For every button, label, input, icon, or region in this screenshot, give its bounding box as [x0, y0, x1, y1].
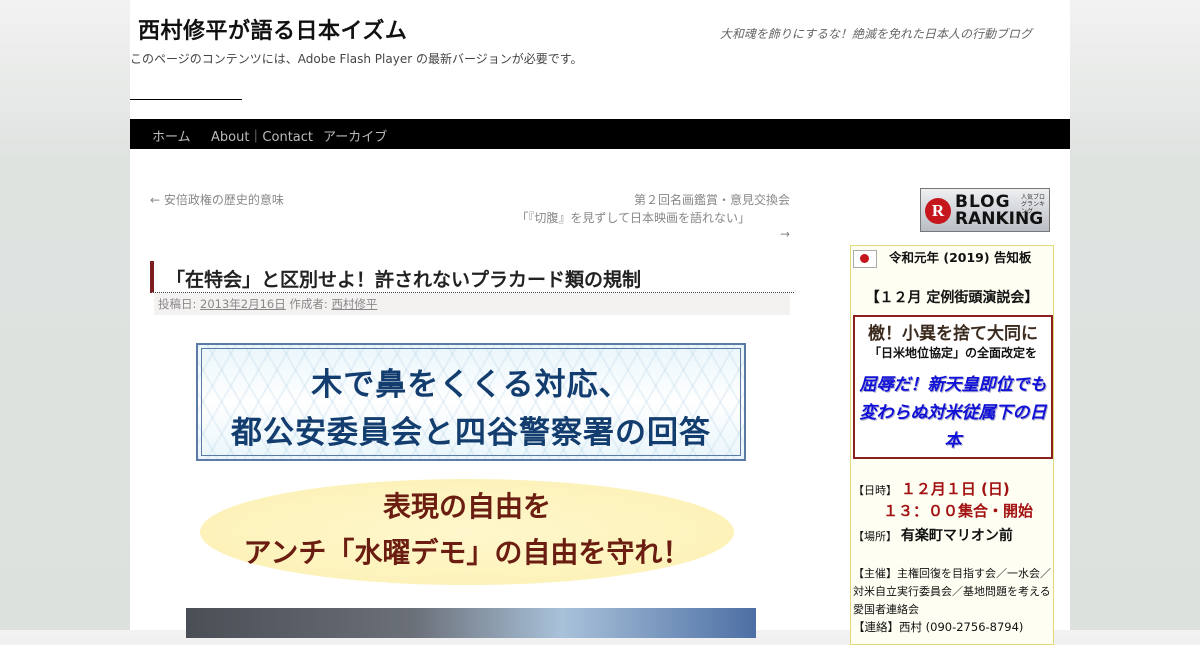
- post-photo: [186, 608, 756, 638]
- post-meta: 投稿日: 2013年2月16日 作成者: 西村修平: [154, 293, 790, 315]
- banner2-line1: 表現の自由を: [382, 490, 551, 523]
- notice-subtitle: 【１２月 定例街頭演説会】: [865, 290, 1039, 306]
- banner1-line1: 木で鼻をくくる対応、: [311, 367, 631, 403]
- next-arrow-icon[interactable]: →: [780, 227, 790, 241]
- event-place: 【場所】 有楽町マリオン前: [853, 525, 1013, 545]
- ranking-logo-icon: R: [925, 198, 951, 224]
- header-divider: [130, 99, 242, 100]
- banner2-line2: アンチ「水曜デモ」の自由を守れ！: [243, 536, 691, 569]
- next-post-link-line2[interactable]: 「『切腹』を見ずして日本映画を語れない」: [516, 209, 750, 226]
- slogan-line3: 屈辱だ！新天皇即位でも変わらぬ対米従属下の日本: [859, 375, 1047, 451]
- notice-title: 令和元年 (2019) 告知板: [889, 250, 1032, 265]
- notice-board: 令和元年 (2019) 告知板 【１２月 定例街頭演説会】 檄！小異を捨て大同に…: [850, 245, 1054, 645]
- site-description: 大和魂を飾りにするな！絶滅を免れた日本人の行動ブログ: [719, 27, 1032, 41]
- place-label: 【場所】: [853, 530, 897, 543]
- ranking-small-label: 人気ブログランキング: [1021, 194, 1046, 215]
- site-title[interactable]: 西村修平が語る日本イズム: [138, 13, 407, 45]
- event-slogan-box: 檄！小異を捨て大同に 「日米地位協定」の全面改定を 屈辱だ！新天皇即位でも変わら…: [853, 315, 1053, 459]
- nav-item-home[interactable]: ホーム: [152, 126, 191, 145]
- event-organizers: 【主催】主権回復を目指す会／一水会／対米自立実行委員会／基地問題を考える愛国者連…: [853, 567, 1051, 616]
- meta-author-link[interactable]: 西村修平: [331, 297, 377, 311]
- next-post-link[interactable]: 第２回名画鑑賞・意見交換会: [634, 191, 790, 208]
- page-wrapper: 西村修平が語る日本イズム 大和魂を飾りにするな！絶滅を免れた日本人の行動ブログ …: [130, 0, 1070, 645]
- banner1-line2: 都公安委員会と四谷警察署の回答: [231, 415, 711, 451]
- event-contact: 【連絡】西村 (090-2756-8794): [853, 620, 1024, 634]
- blog-ranking-badge[interactable]: R BLOG RANKING 人気ブログランキング: [920, 188, 1050, 232]
- main-nav: ホーム About｜Contact アーカイブ: [130, 119, 1070, 149]
- flash-notice: このページのコンテンツには、Adobe Flash Player の最新バージョ…: [130, 52, 583, 66]
- meta-posted-label: 投稿日:: [158, 297, 197, 311]
- slogan-line1: 檄！小異を捨て大同に: [868, 324, 1038, 344]
- banner-response: 木で鼻をくくる対応、 都公安委員会と四谷警察署の回答: [196, 343, 746, 461]
- event-date: 【日時】 １２月１日 (日): [853, 478, 1010, 499]
- place-value: 有楽町マリオン前: [900, 528, 1013, 544]
- slogan-line2: 「日米地位協定」の全面改定を: [868, 346, 1037, 360]
- banner-freedom: 表現の自由を アンチ「水曜デモ」の自由を守れ！: [200, 479, 734, 585]
- event-time: １３：００集合・開始: [883, 500, 1033, 521]
- time-value: １３：００集合・開始: [883, 502, 1034, 520]
- prev-post-link[interactable]: ← 安倍政権の歴史的意味: [150, 191, 284, 208]
- date-label: 【日時】: [853, 484, 897, 497]
- date-value: １２月１日 (日): [900, 480, 1010, 498]
- post-title-box: 「在特会」と区別せよ！許されないプラカード類の規制: [150, 261, 794, 293]
- post-title[interactable]: 「在特会」と区別せよ！許されないプラカード類の規制: [166, 265, 641, 292]
- japan-flag-icon: [853, 250, 877, 268]
- meta-date-link[interactable]: 2013年2月16日: [200, 297, 286, 311]
- meta-author-label: 作成者:: [289, 297, 328, 311]
- nav-item-about-contact[interactable]: About｜Contact: [211, 126, 313, 145]
- nav-item-archive[interactable]: アーカイブ: [323, 126, 387, 145]
